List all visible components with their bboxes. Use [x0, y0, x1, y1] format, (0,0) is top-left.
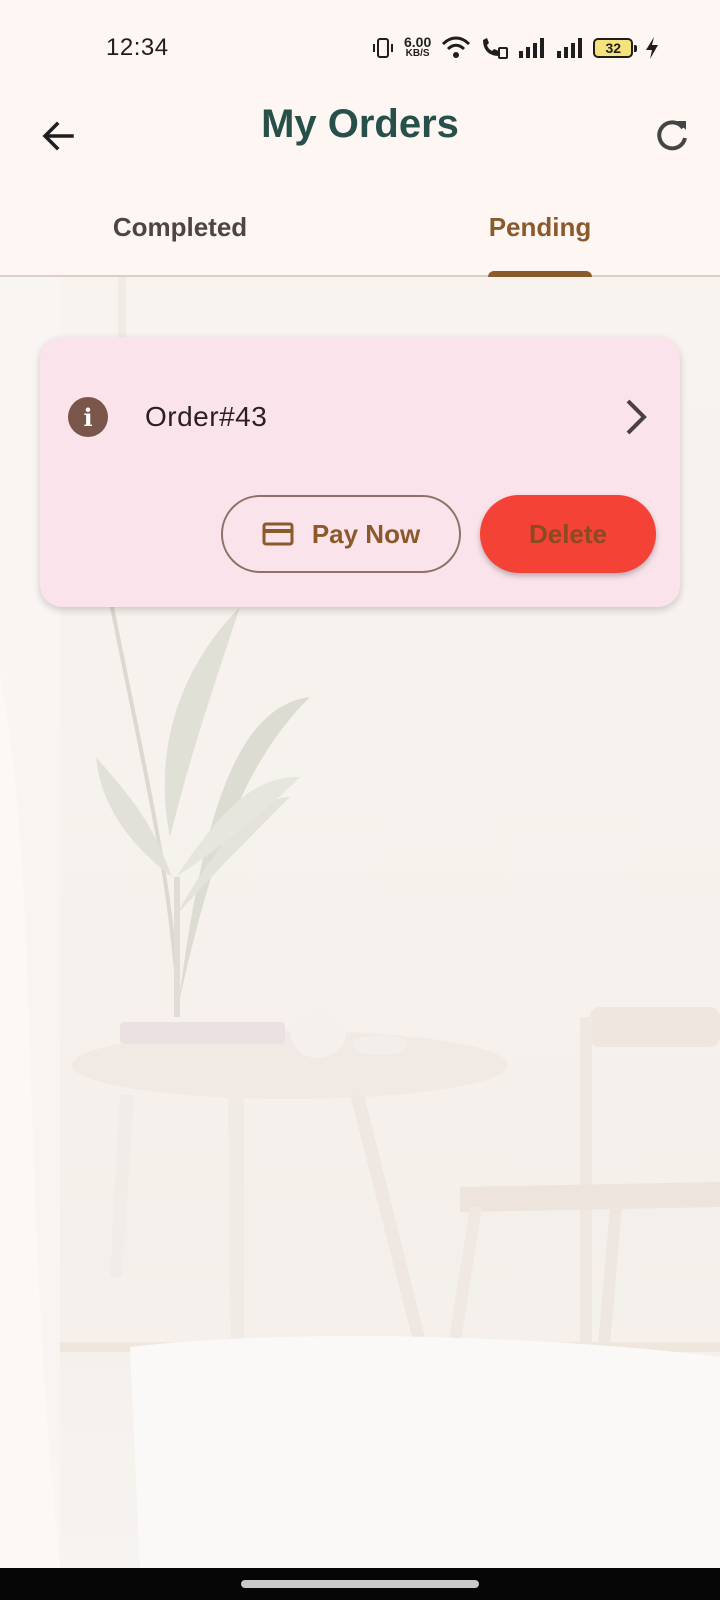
net-speed: 6.00 KB/S	[404, 34, 432, 59]
pay-now-button[interactable]: Pay Now	[221, 495, 461, 573]
charging-icon	[646, 37, 659, 59]
screen: 12:34 6.00 KB/S 32 My Orders Completed P…	[0, 0, 720, 1600]
wifi-calling-icon	[483, 38, 509, 59]
tab-completed[interactable]: Completed	[0, 180, 360, 275]
navigation-bar	[0, 1568, 720, 1600]
status-time: 12:34	[106, 34, 169, 61]
order-card[interactable]: i Order#43 Pay Now Delete	[40, 337, 680, 607]
tab-indicator	[488, 271, 592, 277]
refresh-icon	[657, 120, 687, 151]
credit-card-icon	[262, 522, 294, 546]
signal-icon	[519, 38, 545, 58]
info-icon: i	[68, 397, 108, 437]
pay-now-label: Pay Now	[311, 518, 421, 549]
app-bar: My Orders	[0, 92, 720, 180]
net-speed-value: 6.00	[404, 34, 432, 50]
order-title: Order#43	[145, 401, 268, 432]
delete-button[interactable]: Delete	[480, 495, 656, 573]
page-title: My Orders	[261, 102, 459, 146]
home-indicator[interactable]	[241, 1580, 479, 1588]
status-bar: 12:34 6.00 KB/S 32	[0, 0, 720, 92]
status-icons: 6.00 KB/S 32	[372, 28, 659, 68]
order-tabs: Completed Pending	[0, 180, 720, 277]
net-speed-unit: KB/S	[405, 48, 430, 59]
chevron-right-icon[interactable]	[612, 393, 660, 441]
battery-icon: 32	[593, 38, 638, 58]
wifi-icon	[442, 36, 471, 58]
refresh-button[interactable]	[644, 108, 700, 164]
vibrate-icon	[373, 38, 393, 58]
tab-pending[interactable]: Pending	[360, 180, 720, 275]
battery-level: 32	[605, 40, 622, 56]
delete-label: Delete	[528, 518, 608, 549]
signal-icon-2	[557, 38, 583, 58]
